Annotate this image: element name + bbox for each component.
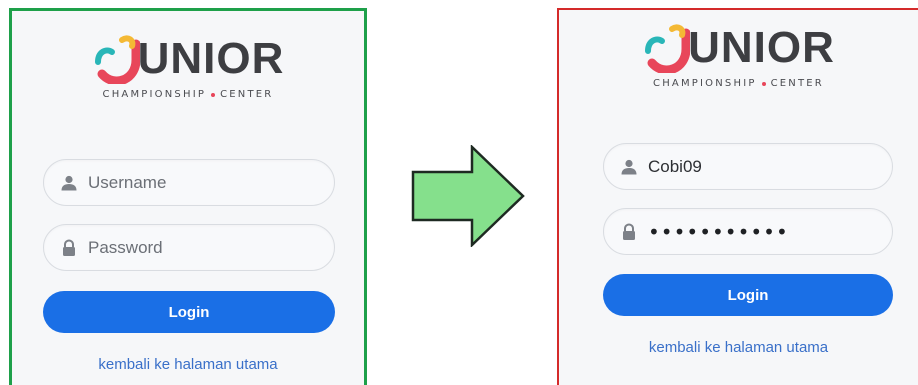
username-placeholder: Username <box>88 172 167 192</box>
username-field[interactable]: Username <box>43 159 335 206</box>
before-login-panel: UNIOR CHAMPIONSHIP CENTER Username Passw… <box>9 8 367 385</box>
logo-wordmark: UNIOR <box>137 34 285 83</box>
username-field[interactable]: Cobi09 <box>603 143 893 190</box>
logo-subtitle: CHAMPIONSHIP CENTER <box>12 89 364 100</box>
comparison-stage: UNIOR CHAMPIONSHIP CENTER Username Passw… <box>0 0 918 385</box>
login-button[interactable]: Login <box>43 291 335 333</box>
lock-icon <box>63 238 75 256</box>
password-field[interactable]: Password <box>43 224 335 271</box>
logo-dot <box>761 81 766 86</box>
logo-subtitle: CHAMPIONSHIP CENTER <box>559 78 918 89</box>
after-login-panel: UNIOR CHAMPIONSHIP CENTER Cobi09 •••••••… <box>557 8 918 385</box>
login-button[interactable]: Login <box>603 274 893 316</box>
lock-icon <box>623 222 635 240</box>
password-placeholder: Password <box>88 237 163 257</box>
logo-mark-icon <box>645 24 691 73</box>
password-field[interactable]: ••••••••••• <box>603 208 893 255</box>
junior-logo: UNIOR CHAMPIONSHIP CENTER <box>12 33 364 100</box>
logo-subtitle-right: CENTER <box>220 89 274 100</box>
back-to-home-link[interactable]: kembali ke halaman utama <box>12 356 364 373</box>
logo-wordmark: UNIOR <box>688 23 835 72</box>
back-to-home-link[interactable]: kembali ke halaman utama <box>559 339 918 356</box>
right-arrow-icon <box>411 145 525 247</box>
logo-subtitle-right: CENTER <box>770 78 824 89</box>
user-icon <box>61 175 77 190</box>
username-value: Cobi09 <box>648 156 702 176</box>
junior-logo: UNIOR CHAMPIONSHIP CENTER <box>559 22 918 89</box>
logo-subtitle-left: CHAMPIONSHIP <box>653 78 757 89</box>
logo-subtitle-left: CHAMPIONSHIP <box>102 89 207 100</box>
logo-dot <box>211 92 216 97</box>
logo-mark-icon <box>94 35 140 84</box>
user-icon <box>621 159 637 174</box>
password-masked-value: ••••••••••• <box>648 219 789 244</box>
